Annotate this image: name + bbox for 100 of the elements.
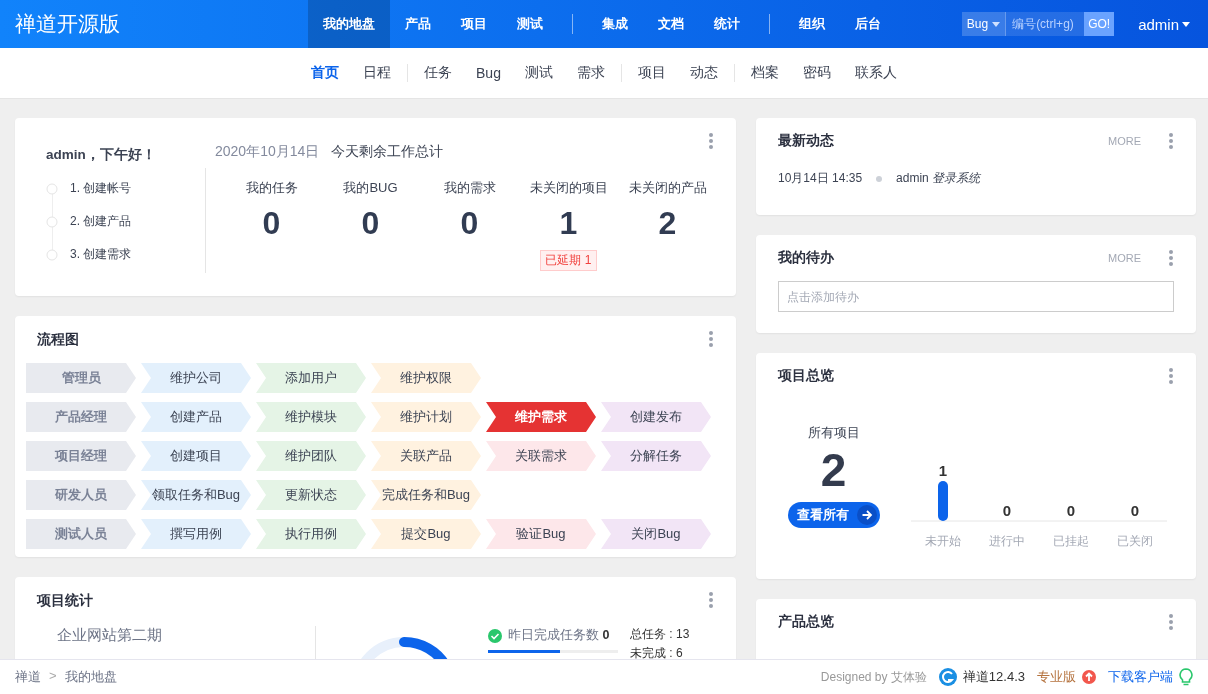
subnav-tab[interactable]: 项目 (625, 64, 678, 82)
todo-input-field[interactable]: 点击添加待办 (778, 281, 1174, 312)
stat-label: 我的需求 (443, 179, 496, 197)
nav-tab[interactable]: 项目 (446, 0, 502, 48)
subnav-tab[interactable]: 首页 (299, 64, 352, 82)
flow-step[interactable]: 领取任务和Bug (141, 480, 251, 510)
flow-step[interactable]: 添加用户 (256, 363, 366, 393)
chart-bar (938, 481, 948, 521)
total-label: 所有项目 (807, 425, 860, 442)
nav-tab[interactable]: 产品 (390, 0, 446, 48)
project-list-item[interactable]: 企业网站第二期 (57, 627, 162, 643)
stat-value[interactable]: 2 (658, 205, 677, 242)
role-step: 产品经理 (26, 402, 136, 432)
flow-step[interactable]: 撰写用例 (141, 519, 251, 549)
stat-value[interactable]: 0 (361, 205, 380, 242)
step-label[interactable]: 3. 创建需求 (70, 246, 132, 263)
step-label[interactable]: 2. 创建产品 (70, 213, 132, 230)
role-step: 管理员 (26, 363, 136, 393)
search-type-select[interactable]: Bug (961, 12, 1006, 36)
stat-value[interactable]: 0 (262, 205, 281, 242)
card-title: 流程图 (37, 331, 79, 349)
arrow-right-icon (856, 505, 877, 525)
nav-tab[interactable]: 后台 (840, 0, 896, 48)
flow-step[interactable]: 关联需求 (486, 441, 596, 471)
subnav-tab[interactable]: Bug (464, 65, 513, 81)
date-text: 2020年10月14日 (215, 143, 320, 161)
subnav-tab[interactable]: 日程 (351, 64, 404, 82)
more-options-icon[interactable] (709, 592, 713, 608)
upgrade-arrow-icon (1082, 670, 1096, 684)
version-link[interactable]: 禅道12.4.3 (962, 668, 1025, 686)
category-label: 已挂起 (1052, 533, 1090, 550)
flow-step[interactable]: 创建产品 (141, 402, 251, 432)
flow-step[interactable]: 关联产品 (371, 441, 481, 471)
more-options-icon[interactable] (709, 133, 713, 149)
nav-tab[interactable]: 测试 (502, 0, 558, 48)
more-options-icon[interactable] (1169, 250, 1173, 266)
flow-step[interactable]: 维护计划 (371, 402, 481, 432)
flow-step[interactable]: 维护权限 (371, 363, 481, 393)
subnav-tab[interactable]: 动态 (677, 64, 730, 82)
flow-step[interactable]: 提交Bug (371, 519, 481, 549)
caret-icon (992, 21, 1001, 27)
download-client-link[interactable]: 下载客户端 (1108, 668, 1173, 686)
bar-value-label: 0 (1002, 502, 1012, 519)
total-value: 2 (820, 443, 847, 498)
category-label: 已关闭 (1116, 533, 1154, 550)
bar-value-label: 0 (1066, 502, 1076, 519)
task-total-text: 未完成 : 6 (630, 645, 684, 662)
category-label: 进行中 (988, 533, 1026, 550)
more-options-icon[interactable] (1169, 133, 1173, 149)
flow-step[interactable]: 验证Bug (486, 519, 596, 549)
more-options-icon[interactable] (1169, 614, 1173, 630)
step-label[interactable]: 1. 创建帐号 (70, 180, 132, 197)
flow-step[interactable]: 执行用例 (256, 519, 366, 549)
pro-edition-link[interactable]: 专业版 (1037, 668, 1076, 686)
subnav-tab[interactable]: 档案 (738, 64, 791, 82)
view-all-button[interactable]: 查看所有 (787, 502, 880, 528)
stat-value[interactable]: 0 (460, 205, 479, 242)
check-circle-icon (488, 628, 502, 643)
breadcrumb-link[interactable]: 我的地盘 (64, 668, 117, 686)
flow-step[interactable]: 维护团队 (256, 441, 366, 471)
flow-step[interactable]: 完成任务和Bug (371, 480, 481, 510)
flow-step[interactable]: 关闭Bug (601, 519, 711, 549)
flow-step[interactable]: 维护公司 (141, 363, 251, 393)
flow-step[interactable]: 创建发布 (601, 402, 711, 432)
entry-time: 10月14日 14:35 (778, 170, 863, 187)
more-options-icon[interactable] (709, 331, 713, 347)
overdue-badge: 已延期 1 (540, 250, 597, 271)
subnav-tab[interactable]: 联系人 (842, 64, 909, 82)
app-title: 禅道开源版 (15, 11, 121, 37)
subnav-tab[interactable]: 密码 (790, 64, 843, 82)
flow-step[interactable]: 创建项目 (141, 441, 251, 471)
role-step: 测试人员 (26, 519, 136, 549)
flow-step[interactable]: 维护模块 (256, 402, 366, 432)
yesterday-done-text: 昨日完成任务数 0 (508, 627, 610, 644)
user-menu[interactable]: admin (1132, 14, 1196, 34)
nav-tab[interactable]: 我的地盘 (308, 0, 390, 48)
nav-tab[interactable]: 统计 (699, 0, 755, 48)
stat-value[interactable]: 1 (559, 205, 578, 242)
nav-tab[interactable]: 文档 (643, 0, 699, 48)
summary-title: 今天剩余工作总计 (331, 143, 444, 161)
flow-step[interactable]: 分解任务 (601, 441, 711, 471)
nav-tab[interactable]: 集成 (587, 0, 643, 48)
bar-value-label: 1 (938, 462, 948, 479)
card-title: 我的待办 (778, 249, 834, 267)
stat-label: 未关闭的产品 (628, 179, 707, 197)
stat-label: 我的BUG (343, 179, 398, 197)
breadcrumb-link[interactable]: 禅道 (15, 668, 41, 686)
caret-icon (1182, 21, 1190, 27)
nav-tab[interactable]: 组织 (784, 0, 840, 48)
flow-step[interactable]: 维护需求 (486, 402, 596, 432)
entry-text[interactable]: admin 登录系统 (896, 170, 981, 187)
task-total-text: 总任务 : 13 (630, 626, 690, 643)
card-title: 最新动态 (778, 132, 834, 150)
designed-by-text: Designed by 艾体验 (820, 668, 927, 686)
subnav-tab[interactable]: 任务 (412, 64, 465, 82)
lightbulb-icon (1179, 668, 1193, 686)
more-options-icon[interactable] (1169, 368, 1173, 384)
flow-step[interactable]: 更新状态 (256, 480, 366, 510)
subnav-tab[interactable]: 需求 (564, 64, 617, 82)
subnav-tab[interactable]: 测试 (512, 64, 565, 82)
